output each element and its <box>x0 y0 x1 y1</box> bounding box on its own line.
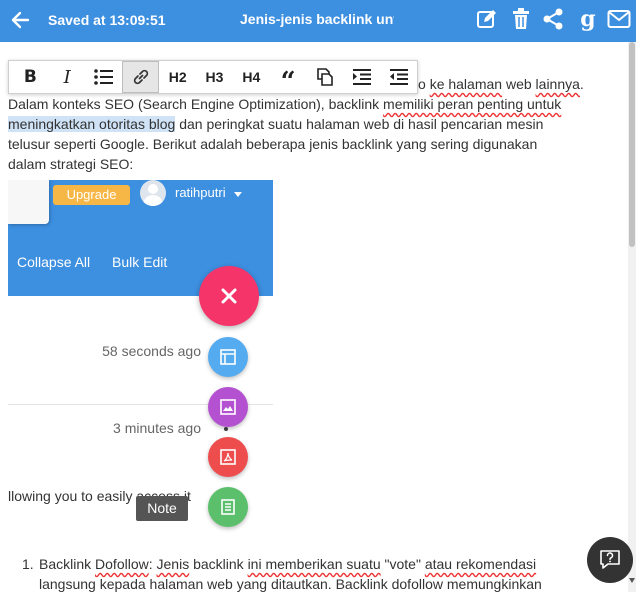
text-fragment: web <box>502 76 536 92</box>
h2-button[interactable]: H2 <box>159 61 196 93</box>
copy-icon <box>317 68 333 86</box>
text-fragment: lainnya <box>535 76 580 92</box>
list-line-1: Backlink Dofollow: Jenis backlink ini me… <box>39 554 599 574</box>
text-fragment: . <box>579 76 584 92</box>
username: ratihputri <box>175 185 226 200</box>
text-fragment: dofollow memungkinkan <box>391 576 542 592</box>
text-fragment: "vote" <box>380 556 425 572</box>
text-fragment: backlink <box>189 556 248 572</box>
indent-icon <box>352 69 371 85</box>
avatar-body <box>143 195 163 206</box>
mail-icon[interactable] <box>606 6 632 32</box>
bullet-list-button[interactable] <box>86 61 123 93</box>
trash-icon[interactable] <box>508 6 534 32</box>
paragraph-line-2: Dalam konteks SEO (Search Engine Optimiz… <box>8 94 598 114</box>
chevron-down-icon <box>234 192 242 197</box>
bulk-edit-link: Bulk Edit <box>112 254 168 270</box>
copy-button[interactable] <box>307 61 344 93</box>
list-line-2: langsung kepada halaman web yang ditautk… <box>39 574 599 592</box>
note-icon <box>221 499 235 515</box>
text-fragment: memiliki peran penting untuk <box>383 96 562 112</box>
text-fragment: dan peringkat suatu halaman web di hasil… <box>175 116 544 132</box>
text-fragment: ini memberikan suatu <box>247 556 381 572</box>
quote-button[interactable]: “ <box>270 61 307 95</box>
italic-button[interactable]: I <box>49 61 86 93</box>
vertical-scrollbar[interactable] <box>628 42 636 592</box>
selected-text[interactable]: meningkatkan otoritas blog <box>8 116 176 132</box>
indent-button[interactable] <box>343 61 380 93</box>
google-icon[interactable]: g <box>575 6 601 32</box>
edit-icon[interactable] <box>474 6 500 32</box>
collapse-all-link: Collapse All <box>17 254 91 270</box>
document-title[interactable]: Jenis-jenis backlink untu <box>240 11 394 27</box>
link-icon <box>133 69 148 85</box>
list-item[interactable]: Backlink Dofollow: Jenis backlink ini me… <box>39 554 599 592</box>
avatar <box>140 180 166 206</box>
chat-help-button[interactable] <box>587 537 633 583</box>
paragraph-line-4: telusur seperti Google. Berikut adalah b… <box>8 136 538 152</box>
outdent-button[interactable] <box>380 61 417 93</box>
close-icon <box>221 288 237 304</box>
layout-icon <box>220 349 236 365</box>
app-header: Saved at 13:09:51 Jenis-jenis backlink u… <box>0 0 636 42</box>
paragraph-line-5: dalam strategi SEO: <box>8 156 134 172</box>
text-fragment: . Backlink <box>327 576 392 592</box>
chat-question-icon <box>600 550 620 569</box>
timestamp: 58 seconds ago <box>102 343 201 359</box>
pdf-icon <box>220 449 236 465</box>
list-icon <box>94 69 114 85</box>
bold-button[interactable]: B <box>12 61 49 93</box>
fab-pdf-button[interactable] <box>208 437 248 477</box>
text-fragment: Dalam konteks SEO (Search Engine Optimiz… <box>8 96 384 112</box>
text-fragment: Backlink <box>39 556 96 572</box>
more-dot-icon <box>224 427 228 431</box>
share-icon[interactable] <box>540 6 566 32</box>
h4-button[interactable]: H4 <box>233 61 270 93</box>
saved-status: Saved at 13:09:51 <box>48 12 166 28</box>
document-body[interactable]: o ke halaman web lainnya. Dalam konteks … <box>0 42 628 592</box>
text-fragment: Dofollow <box>95 556 149 572</box>
avatar-head <box>148 184 158 194</box>
text-fragment: web yang <box>203 576 271 592</box>
link-button[interactable] <box>122 61 160 93</box>
fab-note-button[interactable] <box>208 487 248 527</box>
text-fragment: : <box>148 556 157 572</box>
text-fragment: o <box>418 76 430 92</box>
h3-button[interactable]: H3 <box>196 61 233 93</box>
fab-layout-button[interactable] <box>208 337 248 377</box>
text-fragment: ke halaman <box>429 76 503 92</box>
scroll-down-arrow-icon[interactable] <box>629 578 635 583</box>
google-letter: g <box>580 6 596 32</box>
outdent-icon <box>389 69 408 85</box>
text-fragment: langsung kepada halaman <box>39 576 204 592</box>
scrollbar-thumb[interactable] <box>629 42 635 247</box>
text-fragment: atau rekomendasi <box>424 556 537 572</box>
fab-close-button[interactable] <box>199 266 259 326</box>
screenshot-card <box>8 180 49 224</box>
paragraph-line-3: meningkatkan otoritas blog dan peringkat… <box>8 114 598 134</box>
fab-image-button[interactable] <box>208 387 248 427</box>
back-arrow-icon[interactable] <box>8 7 34 33</box>
upgrade-badge: Upgrade <box>53 185 130 205</box>
timestamp: 3 minutes ago <box>113 420 201 436</box>
text-fragment: Jenis <box>156 556 190 572</box>
image-icon <box>220 399 236 415</box>
note-tooltip: Note <box>136 496 188 521</box>
text-fragment: ditautkan <box>270 576 328 592</box>
formatting-toolbar: B I H2 H3 H4 “ <box>8 60 418 95</box>
list-number: 1. <box>22 556 34 572</box>
